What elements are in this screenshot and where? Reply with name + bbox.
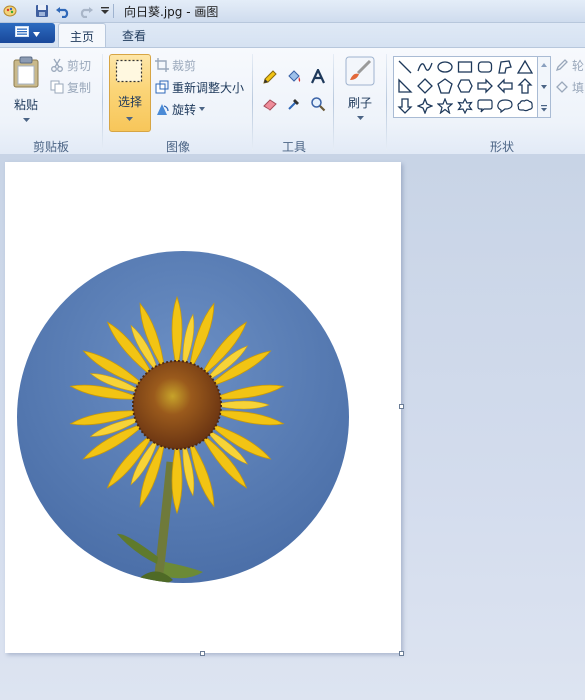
scroll-up-icon bbox=[541, 63, 547, 67]
paintbrush-icon bbox=[345, 56, 375, 86]
select-button[interactable]: 选择 bbox=[109, 54, 151, 132]
shapes-group-label: 形状 bbox=[489, 140, 514, 154]
group-separator bbox=[386, 54, 387, 150]
paint-menu-button[interactable] bbox=[0, 23, 55, 43]
paste-button[interactable]: 粘贴 bbox=[8, 54, 44, 130]
customize-quick-access-icon[interactable] bbox=[97, 3, 113, 19]
image-group-label: 图像 bbox=[165, 140, 190, 154]
shapes-gallery bbox=[393, 56, 539, 118]
text-tool-button[interactable] bbox=[307, 66, 329, 88]
rectangle-shape-icon[interactable] bbox=[456, 58, 474, 76]
copy-label: 复制 bbox=[67, 80, 92, 95]
brushes-dropdown-icon bbox=[357, 116, 364, 120]
clipboard-group-label: 剪贴板 bbox=[32, 140, 69, 154]
cloud-callout-shape-icon[interactable] bbox=[516, 97, 534, 115]
rotate-icon bbox=[157, 104, 169, 115]
paint-bucket-icon bbox=[288, 70, 301, 82]
select-dropdown-icon bbox=[126, 117, 133, 121]
ribbon-home: 粘贴 剪切 复制 剪贴板 选择 裁剪 重新调整大小 旋转 图像 工具 刷子 轮 … bbox=[0, 47, 585, 155]
magnifier-tool-button[interactable] bbox=[307, 93, 329, 115]
oval-shape-icon[interactable] bbox=[436, 58, 454, 76]
polygon-shape-icon[interactable] bbox=[496, 58, 514, 76]
menu-doc-icon bbox=[15, 26, 29, 40]
resize-icon bbox=[155, 80, 169, 94]
magnifier-icon bbox=[311, 97, 326, 112]
canvas-resize-handle-bottom[interactable] bbox=[200, 651, 205, 656]
canvas-resize-handle-right[interactable] bbox=[399, 404, 404, 409]
crop-label: 裁剪 bbox=[172, 58, 197, 73]
rounded-callout-shape-icon[interactable] bbox=[476, 97, 494, 115]
title-bar: 向日葵.jpg - 画图 bbox=[0, 0, 585, 23]
shape-fill-button[interactable]: 填 bbox=[555, 78, 585, 96]
copy-icon bbox=[50, 80, 64, 94]
sunflower-image bbox=[17, 251, 349, 583]
up-arrow-shape-icon[interactable] bbox=[516, 77, 534, 95]
resize-label: 重新调整大小 bbox=[172, 80, 245, 95]
rotate-label: 旋转 bbox=[172, 102, 197, 117]
six-point-star-shape-icon[interactable] bbox=[456, 97, 474, 115]
shapes-gallery-scrollbar[interactable] bbox=[537, 56, 551, 118]
crop-icon bbox=[155, 58, 169, 72]
eraser-icon bbox=[263, 99, 277, 111]
title-separator bbox=[113, 4, 114, 18]
left-arrow-shape-icon[interactable] bbox=[496, 77, 514, 95]
brushes-label: 刷子 bbox=[347, 96, 372, 110]
rotate-dropdown-icon bbox=[199, 107, 206, 111]
scissors-icon bbox=[51, 58, 63, 72]
rotate-button[interactable]: 旋转 bbox=[155, 100, 206, 118]
color-picker-tool-button[interactable] bbox=[283, 93, 305, 115]
paste-label: 粘贴 bbox=[13, 98, 38, 112]
oval-callout-shape-icon[interactable] bbox=[496, 97, 514, 115]
redo-icon[interactable] bbox=[78, 3, 94, 19]
outline-pencil-icon bbox=[555, 59, 568, 72]
right-arrow-shape-icon[interactable] bbox=[476, 77, 494, 95]
undo-icon[interactable] bbox=[55, 3, 71, 19]
group-separator bbox=[333, 54, 334, 150]
four-point-star-shape-icon[interactable] bbox=[416, 97, 434, 115]
pencil-icon bbox=[263, 70, 277, 84]
pencil-tool-button[interactable] bbox=[259, 66, 281, 88]
cut-label: 剪切 bbox=[67, 58, 92, 73]
pentagon-shape-icon[interactable] bbox=[436, 77, 454, 95]
group-separator bbox=[252, 54, 253, 150]
select-label: 选择 bbox=[117, 95, 142, 109]
curve-shape-icon[interactable] bbox=[416, 58, 434, 76]
shape-outline-button[interactable]: 轮 bbox=[555, 56, 585, 74]
line-shape-icon[interactable] bbox=[396, 58, 414, 76]
text-a-icon bbox=[311, 69, 325, 84]
fill-tool-button[interactable] bbox=[283, 66, 305, 88]
cut-button[interactable]: 剪切 bbox=[50, 56, 91, 74]
five-point-star-shape-icon[interactable] bbox=[436, 97, 454, 115]
canvas-resize-handle-corner[interactable] bbox=[399, 651, 404, 656]
down-arrow-shape-icon[interactable] bbox=[396, 97, 414, 115]
scroll-down-icon bbox=[541, 85, 547, 89]
eraser-tool-button[interactable] bbox=[259, 93, 281, 115]
copy-button[interactable]: 复制 bbox=[50, 78, 91, 96]
rounded-rectangle-shape-icon[interactable] bbox=[476, 58, 494, 76]
paste-dropdown-icon bbox=[23, 118, 30, 122]
resize-button[interactable]: 重新调整大小 bbox=[155, 78, 244, 96]
brushes-button[interactable]: 刷子 bbox=[341, 54, 379, 130]
eyedropper-icon bbox=[288, 99, 299, 110]
tab-home[interactable]: 主页 bbox=[58, 23, 106, 48]
crop-button[interactable]: 裁剪 bbox=[155, 56, 196, 74]
right-triangle-shape-icon[interactable] bbox=[396, 77, 414, 95]
fill-bucket-icon bbox=[556, 81, 568, 93]
gallery-more-icon bbox=[541, 105, 547, 112]
drawing-canvas[interactable] bbox=[5, 162, 401, 653]
group-separator bbox=[102, 54, 103, 150]
tools-group-label: 工具 bbox=[281, 140, 306, 154]
clipboard-icon bbox=[13, 56, 39, 88]
selection-rectangle-icon bbox=[115, 59, 143, 83]
tab-view[interactable]: 查看 bbox=[112, 23, 156, 47]
shape-outline-label: 轮 bbox=[572, 58, 585, 73]
diamond-shape-icon[interactable] bbox=[416, 77, 434, 95]
paint-app-icon[interactable] bbox=[2, 3, 18, 19]
menu-dropdown-icon bbox=[33, 26, 40, 40]
hexagon-shape-icon[interactable] bbox=[456, 77, 474, 95]
triangle-shape-icon[interactable] bbox=[516, 58, 534, 76]
window-title: 向日葵.jpg - 画图 bbox=[124, 5, 219, 19]
shape-fill-label: 填 bbox=[572, 80, 585, 95]
save-icon[interactable] bbox=[34, 3, 50, 19]
